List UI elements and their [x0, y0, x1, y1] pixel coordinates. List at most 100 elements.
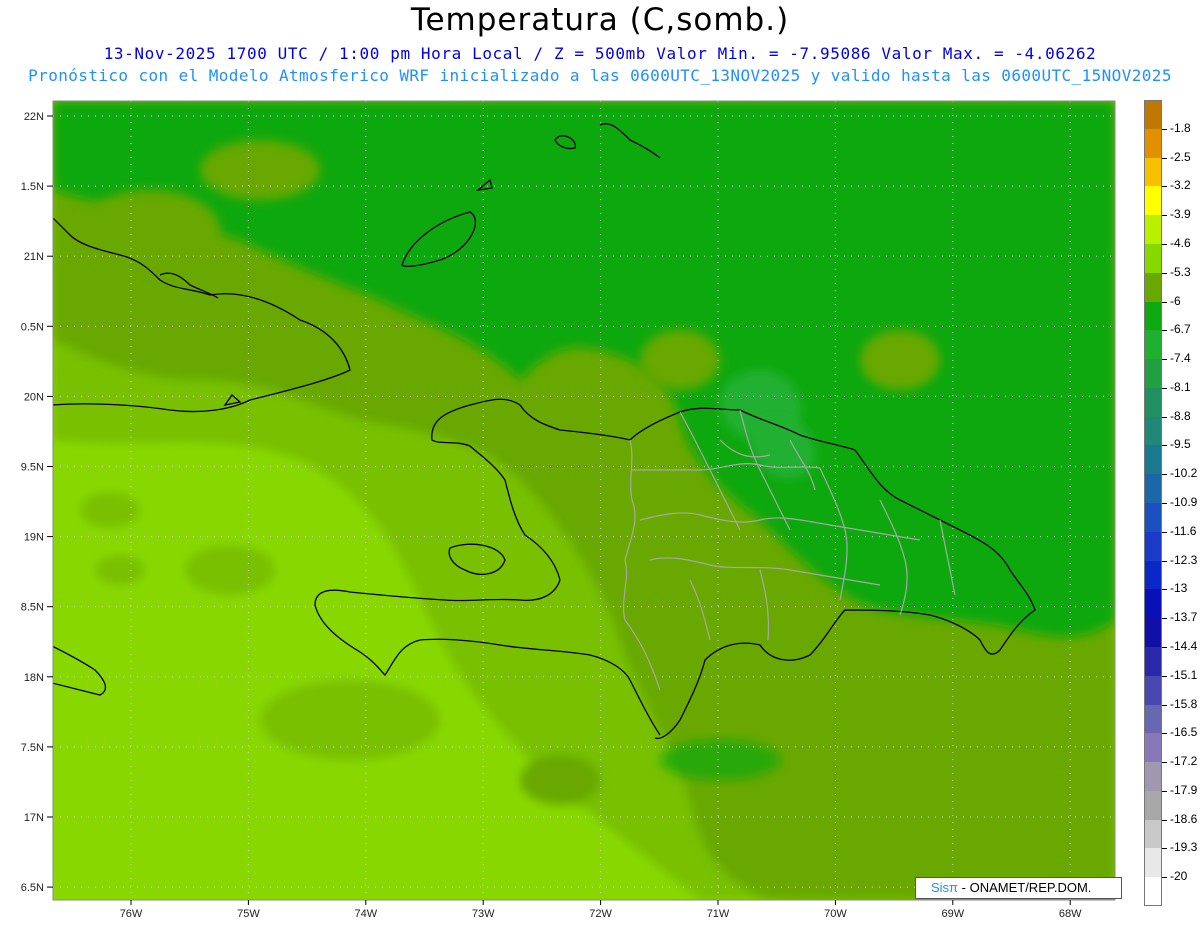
colorbar-tick — [1162, 474, 1167, 476]
colorbar-label: -8.1 — [1170, 379, 1191, 394]
longitude-label: 74W — [354, 908, 377, 920]
colorbar-swatch — [1144, 186, 1162, 216]
colorbar-swatch — [1144, 445, 1162, 475]
colorbar-tick — [1162, 330, 1167, 332]
colorbar-tick — [1162, 416, 1167, 418]
colorbar-tick — [1162, 157, 1167, 159]
latitude-label: 20N — [24, 391, 44, 403]
colorbar-swatch — [1144, 330, 1162, 360]
colorbar-swatch — [1144, 675, 1162, 705]
colorbar-label: -13.7 — [1170, 610, 1198, 625]
colorbar-label: -4.6 — [1170, 235, 1191, 250]
colorbar-label: -13 — [1170, 581, 1188, 596]
credit-brand: Sisπ — [931, 880, 959, 895]
colorbar-swatch — [1144, 243, 1162, 274]
temperature-field — [53, 101, 1115, 900]
colorbar-legend: -1.8 -2.5 -3.2 -3.9 -4.6 -5.3 -6 -6.7 -7.4 -8.1 -8… — [1144, 100, 1200, 907]
colorbar-tick — [1162, 618, 1167, 620]
colorbar-label: -1.8 — [1170, 120, 1191, 135]
colorbar-tick — [1162, 560, 1167, 562]
colorbar-swatch — [1144, 301, 1162, 331]
colorbar-swatch — [1144, 215, 1162, 245]
colorbar-label: -7.4 — [1170, 351, 1191, 366]
latitude-label: 19N — [24, 532, 44, 544]
longitude-label: 68W — [1059, 908, 1082, 920]
colorbar-tick — [1162, 215, 1167, 217]
colorbar-label: -10.9 — [1170, 495, 1198, 509]
colorbar-tick — [1162, 819, 1167, 821]
longitude-label: 73W — [472, 908, 495, 920]
temperature-map: 22N 1.5N 21N 0.5N 20N 9.5N 19N 8.5N 18N 7.5N 17N 6.… — [21, 100, 1116, 920]
longitude-label: 69W — [941, 908, 964, 920]
colorbar-tick — [1162, 848, 1167, 850]
colorbar-label: -20 — [1170, 869, 1188, 884]
colorbar-tick — [1162, 790, 1167, 792]
colorbar-swatch — [1144, 387, 1162, 418]
colorbar-tick — [1162, 503, 1167, 504]
colorbar-swatch — [1144, 474, 1162, 504]
colorbar-label: -5.3 — [1170, 264, 1191, 279]
longitude-label: 76W — [120, 908, 143, 920]
colorbar-swatch — [1144, 646, 1162, 677]
colorbar-swatch — [1144, 762, 1162, 792]
latitude-label: 6.5N — [21, 882, 44, 894]
colorbar-label: -3.2 — [1170, 178, 1191, 193]
colorbar-tick — [1162, 877, 1167, 879]
colorbar-label: -14.4 — [1170, 638, 1198, 653]
longitude-axis: 76W 75W 74W 73W 72W 71W 70W 69W 68W — [120, 900, 1082, 920]
colorbar-tick — [1162, 301, 1167, 303]
colorbar-label: -6.7 — [1170, 322, 1191, 337]
colorbar-label: -12.3 — [1170, 552, 1198, 567]
colorbar-swatch — [1144, 589, 1162, 619]
credit-box: Sisπ - ONAMET/REP.DOM. — [915, 877, 1122, 899]
longitude-label: 71W — [707, 908, 730, 920]
colorbar-label: -11.6 — [1170, 523, 1197, 538]
colorbar-swatch — [1144, 416, 1162, 446]
colorbar-label: -19.3 — [1170, 840, 1198, 855]
colorbar-swatch — [1144, 790, 1162, 821]
latitude-axis: 22N 1.5N 21N 0.5N 20N 9.5N 19N 8.5N 18N 7.5N 17N 6.… — [21, 111, 53, 894]
latitude-label: 8.5N — [21, 602, 44, 614]
colorbar-tick — [1162, 762, 1167, 764]
colorbar-tick — [1162, 359, 1167, 361]
colorbar-label: -15.1 — [1170, 667, 1198, 682]
latitude-label: 7.5N — [21, 742, 44, 754]
colorbar-tick — [1162, 186, 1167, 188]
colorbar-label: -10.2 — [1170, 466, 1198, 481]
longitude-label: 75W — [237, 908, 260, 920]
colorbar-tick — [1162, 675, 1167, 677]
colorbar-label: -6 — [1170, 293, 1181, 308]
latitude-label: 17N — [24, 812, 44, 824]
credit-org: - ONAMET/REP.DOM. — [958, 880, 1092, 895]
latitude-label: 22N — [24, 111, 44, 123]
colorbar-swatch — [1144, 848, 1162, 878]
colorbar-swatch — [1144, 704, 1162, 734]
colorbar-label: -16.5 — [1170, 725, 1198, 740]
latitude-label: 0.5N — [21, 321, 44, 333]
colorbar-swatch — [1144, 157, 1162, 187]
longitude-label: 70W — [824, 908, 847, 920]
latitude-label: 18N — [24, 672, 44, 684]
latitude-label: 9.5N — [21, 462, 44, 474]
colorbar-swatch — [1144, 618, 1162, 648]
colorbar-swatch — [1144, 128, 1162, 159]
colorbar-label: -9.5 — [1170, 437, 1191, 452]
colorbar-swatch — [1144, 819, 1162, 849]
colorbar-label: -2.5 — [1170, 149, 1191, 164]
colorbar-label: -8.8 — [1170, 408, 1191, 423]
colorbar-swatch — [1144, 100, 1162, 130]
colorbar-label: -15.8 — [1170, 696, 1198, 711]
colorbar-tick — [1162, 445, 1167, 447]
colorbar-swatch — [1144, 272, 1162, 302]
latitude-label: 21N — [24, 251, 44, 263]
colorbar-label: -18.6 — [1170, 811, 1198, 826]
colorbar-tick — [1162, 272, 1167, 274]
colorbar-tick — [1162, 128, 1167, 130]
colorbar-swatch — [1144, 359, 1162, 389]
colorbar-tick — [1162, 704, 1167, 706]
colorbar-swatch — [1144, 877, 1162, 907]
latitude-label: 1.5N — [21, 181, 44, 193]
colorbar-label: -3.9 — [1170, 207, 1191, 222]
longitude-label: 72W — [589, 908, 612, 920]
colorbar-tick — [1162, 387, 1167, 389]
